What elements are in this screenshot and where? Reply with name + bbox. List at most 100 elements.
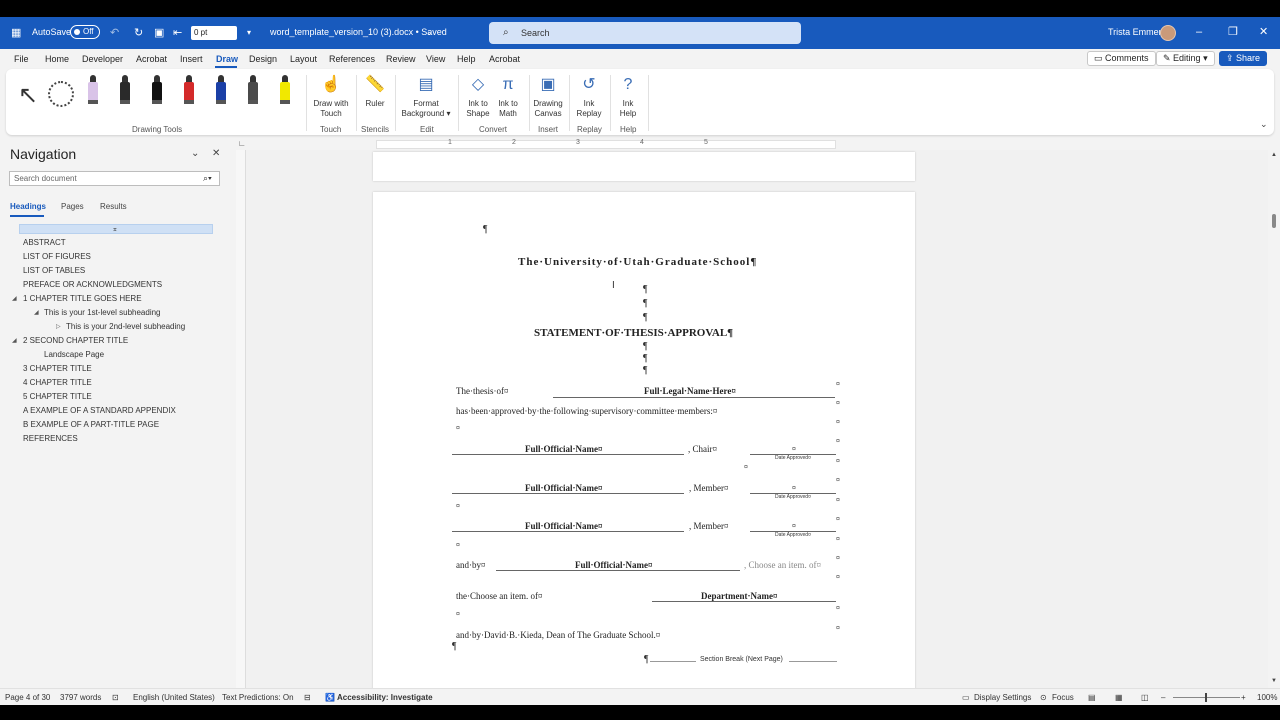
search-box[interactable]: ⌕ Search bbox=[489, 22, 801, 44]
document-title[interactable]: word_template_version_10 (3).docx • Save… bbox=[270, 27, 447, 37]
highlighter-icon[interactable] bbox=[278, 75, 292, 105]
accessibility-status[interactable]: Accessibility: Investigate bbox=[337, 693, 433, 702]
tab-results[interactable]: Results bbox=[100, 202, 127, 211]
nav-item-abstract[interactable]: ABSTRACT bbox=[23, 238, 66, 247]
pen-2-icon[interactable] bbox=[118, 75, 132, 105]
nav-item-landscape-page[interactable]: Landscape Page bbox=[44, 350, 104, 359]
legal-name-field[interactable]: Full·Legal·Name·Here¤ bbox=[644, 386, 736, 396]
tab-pages[interactable]: Pages bbox=[61, 202, 84, 211]
current-page[interactable]: ¶ The·University·of·Utah·Graduate·School… bbox=[373, 192, 915, 692]
expand-triangle-icon[interactable]: ◢ bbox=[12, 337, 17, 344]
member-1-name-field[interactable]: Full·Official·Name¤ bbox=[525, 483, 603, 493]
zoom-out-icon[interactable]: – bbox=[1161, 693, 1165, 702]
nav-item-2nd-subheading[interactable]: This is your 2nd-level subheading bbox=[66, 322, 185, 331]
tab-layout[interactable]: Layout bbox=[290, 54, 317, 64]
nav-options-chevron-icon[interactable]: ⌄ bbox=[191, 148, 199, 159]
scroll-down-icon[interactable]: ▼ bbox=[1271, 678, 1277, 684]
tab-file[interactable]: File bbox=[14, 54, 29, 64]
selected-heading[interactable]: ⌅ bbox=[19, 224, 213, 234]
text-predictions-status[interactable]: Text Predictions: On bbox=[222, 693, 294, 702]
tab-headings[interactable]: Headings bbox=[10, 202, 46, 211]
title-chevron-down-icon[interactable]: ⌄ bbox=[426, 27, 433, 39]
tab-selector-icon[interactable]: ∟ bbox=[238, 139, 246, 148]
date-approved-label[interactable]: Date Approved¤ bbox=[775, 494, 811, 500]
zoom-slider-thumb[interactable] bbox=[1205, 693, 1207, 702]
page-count[interactable]: Page 4 of 30 bbox=[5, 693, 50, 702]
lasso-select-icon[interactable] bbox=[48, 81, 74, 107]
date-approved-label[interactable]: Date Approved¤ bbox=[775, 532, 811, 538]
word-count[interactable]: 3797 words bbox=[60, 693, 101, 702]
nav-item-appendix-a[interactable]: A EXAMPLE OF A STANDARD APPENDIX bbox=[23, 406, 176, 415]
pen-5-icon[interactable] bbox=[214, 75, 228, 105]
expand-triangle-icon[interactable]: ◢ bbox=[34, 309, 39, 316]
pen-1-icon[interactable] bbox=[86, 75, 100, 105]
save-icon[interactable]: ▣ bbox=[154, 27, 164, 39]
display-settings-button[interactable]: Display Settings bbox=[974, 693, 1031, 702]
the-choose-item-dropdown[interactable]: the·Choose an item. of¤ bbox=[456, 591, 542, 601]
ink-to-math-button[interactable]: π Ink to Math bbox=[492, 75, 524, 119]
language-status[interactable]: English (United States) bbox=[133, 693, 215, 702]
choose-item-dropdown[interactable]: , Choose an item. of¤ bbox=[744, 560, 821, 570]
minimize-icon[interactable]: – bbox=[1196, 26, 1202, 38]
read-mode-icon[interactable]: ▤ bbox=[1088, 693, 1096, 702]
tab-home[interactable]: Home bbox=[45, 54, 69, 64]
macro-icon[interactable]: ⊟ bbox=[304, 693, 311, 702]
close-icon[interactable]: ✕ bbox=[1259, 26, 1268, 38]
user-name[interactable]: Trista Emmer bbox=[1108, 27, 1162, 37]
tab-insert[interactable]: Insert bbox=[180, 54, 203, 64]
nav-item-chapter-2[interactable]: 2 SECOND CHAPTER TITLE bbox=[23, 336, 128, 345]
autosave-toggle[interactable]: Off bbox=[70, 25, 100, 39]
department-name-field[interactable]: Department·Name¤ bbox=[701, 591, 777, 601]
tab-review[interactable]: Review bbox=[386, 54, 416, 64]
tab-references[interactable]: References bbox=[329, 54, 375, 64]
redo-icon[interactable]: ↻ bbox=[134, 27, 143, 39]
member-2-name-field[interactable]: Full·Official·Name¤ bbox=[525, 521, 603, 531]
zoom-in-icon[interactable]: + bbox=[1241, 693, 1246, 702]
tab-developer[interactable]: Developer bbox=[82, 54, 123, 64]
select-cursor-icon[interactable]: ↖ bbox=[18, 81, 38, 110]
nav-item-chapter-1[interactable]: 1 CHAPTER TITLE GOES HERE bbox=[23, 294, 142, 303]
nav-item-appendix-b[interactable]: B EXAMPLE OF A PART-TITLE PAGE bbox=[23, 420, 159, 429]
font-size-field[interactable]: 0 pt bbox=[191, 26, 237, 40]
undo-icon[interactable]: ↶ bbox=[110, 27, 119, 39]
nav-item-references[interactable]: REFERENCES bbox=[23, 434, 78, 443]
search-document-input[interactable]: Search document ⌕▾ bbox=[9, 171, 220, 186]
ruler-button[interactable]: 📏 Ruler bbox=[359, 75, 391, 109]
nav-item-preface[interactable]: PREFACE OR ACKNOWLEDGMENTS bbox=[23, 280, 162, 289]
nav-item-chapter-3[interactable]: 3 CHAPTER TITLE bbox=[23, 364, 92, 373]
nav-close-icon[interactable]: ✕ bbox=[212, 148, 220, 159]
tab-acrobat[interactable]: Acrobat bbox=[136, 54, 167, 64]
scroll-up-icon[interactable]: ▲ bbox=[1271, 152, 1277, 158]
nav-item-1st-subheading[interactable]: This is your 1st-level subheading bbox=[44, 308, 161, 317]
tab-design[interactable]: Design bbox=[249, 54, 277, 64]
avatar[interactable] bbox=[1160, 25, 1176, 41]
nav-item-chapter-4[interactable]: 4 CHAPTER TITLE bbox=[23, 378, 92, 387]
customize-toolbar-icon[interactable]: ▾ bbox=[247, 27, 251, 39]
editing-button[interactable]: ✎ Editing ▾ bbox=[1156, 51, 1215, 66]
format-background-button[interactable]: ▤ Format Background ▾ bbox=[398, 75, 454, 119]
horizontal-ruler[interactable]: ∟ 1 2 3 4 5 bbox=[238, 138, 1266, 150]
format-icon[interactable]: ⇤ bbox=[173, 27, 182, 39]
pen-3-icon[interactable] bbox=[150, 75, 164, 105]
restore-icon[interactable]: ❐ bbox=[1228, 26, 1238, 38]
proofing-icon[interactable]: ⊡ bbox=[112, 693, 119, 702]
ink-help-button[interactable]: ? Ink Help bbox=[612, 75, 644, 119]
print-layout-icon[interactable]: ▦ bbox=[1115, 693, 1123, 702]
tab-acrobat-2[interactable]: Acrobat bbox=[489, 54, 520, 64]
zoom-level[interactable]: 100% bbox=[1257, 693, 1277, 702]
web-layout-icon[interactable]: ◫ bbox=[1141, 693, 1149, 702]
ink-to-shape-button[interactable]: ◇ Ink to Shape bbox=[462, 75, 494, 119]
tab-draw[interactable]: Draw bbox=[216, 54, 238, 64]
pen-4-icon[interactable] bbox=[182, 75, 196, 105]
chair-name-field[interactable]: Full·Official·Name¤ bbox=[525, 444, 603, 454]
date-approved-label[interactable]: Date Approved¤ bbox=[775, 455, 811, 461]
collapsed-triangle-icon[interactable]: ▷ bbox=[56, 323, 61, 330]
collapse-ribbon-icon[interactable]: ⌄ bbox=[1260, 119, 1268, 130]
share-button[interactable]: ⇪ Share bbox=[1219, 51, 1268, 66]
nav-item-list-of-tables[interactable]: LIST OF TABLES bbox=[23, 266, 85, 275]
vertical-scrollbar[interactable]: ▲ ▼ bbox=[1268, 150, 1280, 688]
comments-button[interactable]: ▭ Comments bbox=[1087, 51, 1156, 66]
tab-help[interactable]: Help bbox=[457, 54, 476, 64]
focus-button[interactable]: Focus bbox=[1052, 693, 1074, 702]
previous-page[interactable] bbox=[373, 152, 915, 181]
